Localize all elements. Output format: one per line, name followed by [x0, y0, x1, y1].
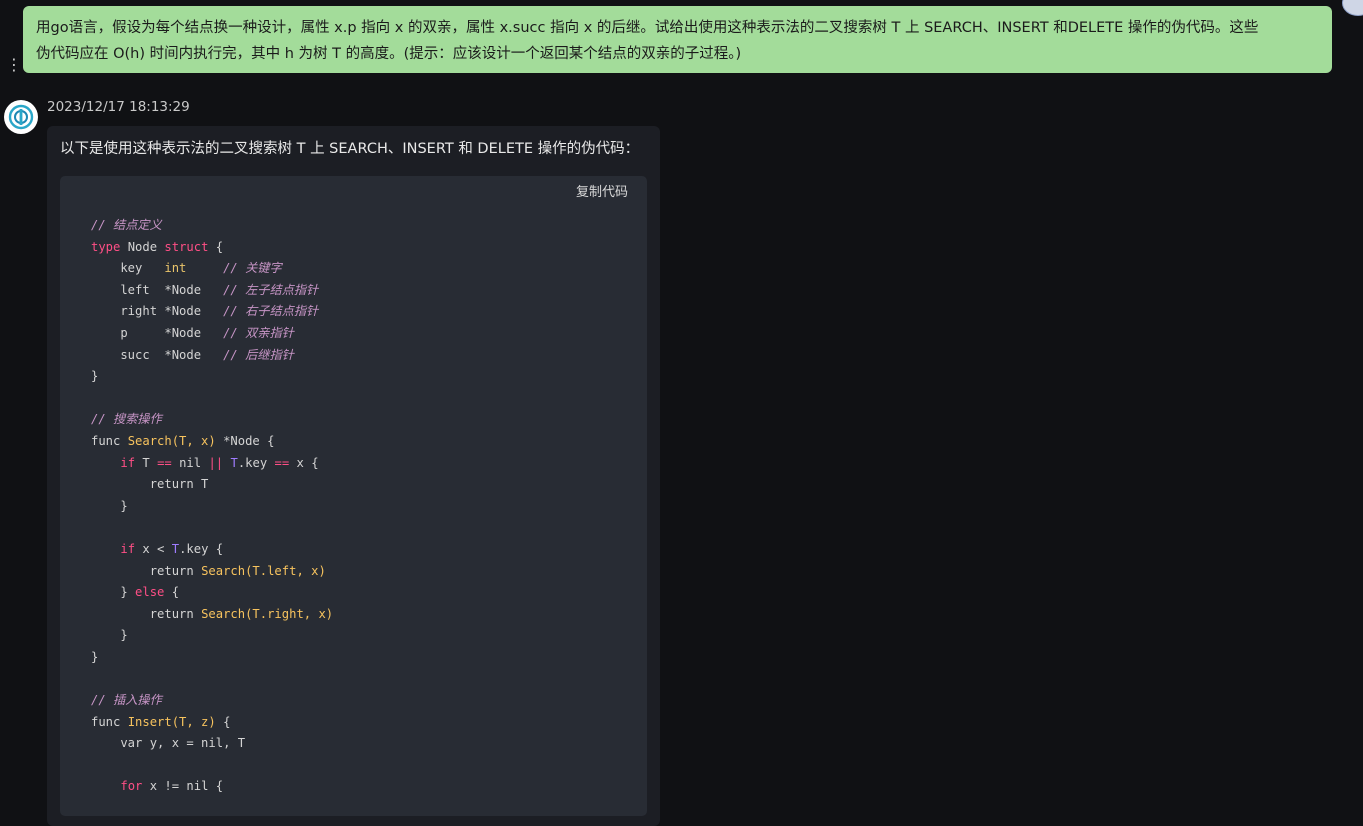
code-text: var y, x = nil, T: [91, 736, 246, 751]
code-line: if T == nil || T.key == x {: [91, 453, 333, 475]
code-line: var y, x = nil, T: [91, 733, 333, 755]
code-punct: {: [164, 585, 180, 600]
code-text: }: [91, 585, 136, 600]
code-punct: {: [208, 239, 224, 254]
more-vertical-icon[interactable]: ⋮: [6, 57, 22, 75]
code-comment: // 双亲指针: [223, 325, 294, 340]
code-block: 复制代码 // 结点定义 type Node struct { key int …: [60, 176, 647, 816]
code-keyword: struct: [164, 239, 209, 254]
code-line: p *Node // 双亲指针: [91, 323, 333, 345]
code-text: succ *Node: [91, 347, 224, 362]
code-keyword: for: [120, 779, 143, 794]
code-comment: // 关键字: [186, 261, 282, 276]
assistant-intro-text: 以下是使用这种表示法的二叉搜索树 T 上 SEARCH、INSERT 和 DEL…: [60, 141, 640, 157]
code-text: p *Node: [91, 325, 224, 340]
code-text: func: [91, 433, 128, 448]
code-line: } else {: [91, 582, 333, 604]
code-line: return Search(T.left, x): [91, 561, 333, 583]
code-text: T: [135, 455, 158, 470]
code-punct: {: [215, 714, 231, 729]
user-message-bubble: 用go语言，假设为每个结点换一种设计，属性 x.p 指向 x 的双亲，属性 x.…: [23, 6, 1332, 73]
code-line: left *Node // 左子结点指针: [91, 280, 333, 302]
code-text: x {: [289, 455, 319, 470]
code-keyword: if: [120, 455, 136, 470]
code-punct: }: [91, 369, 99, 384]
code-line: return T: [91, 474, 333, 496]
code-punct: }: [91, 628, 128, 643]
code-line: return Search(T.right, x): [91, 604, 333, 626]
code-line: }: [91, 366, 333, 388]
code-line: // 结点定义: [91, 215, 333, 237]
code-text: return T: [91, 477, 209, 492]
code-line: // 插入操作: [91, 690, 333, 712]
code-text: x <: [135, 541, 172, 556]
user-message-line-1: 用go语言，假设为每个结点换一种设计，属性 x.p 指向 x 的双亲，属性 x.…: [36, 20, 1259, 36]
bot-avatar: [4, 100, 38, 134]
code-punct: }: [91, 498, 128, 513]
code-function: Search(T.left, x): [201, 563, 326, 578]
code-line: succ *Node // 后继指针: [91, 345, 333, 367]
code-function: Search(T.right, x): [201, 606, 334, 621]
code-operator: ==: [274, 455, 290, 470]
code-operator: ==: [157, 455, 172, 470]
code-comment: // 搜索操作: [91, 412, 162, 427]
code-line: func Insert(T, z) {: [91, 712, 333, 734]
code-function: Insert(T, z): [127, 714, 216, 729]
code-function: Search(T, x): [127, 433, 216, 448]
user-message-line-2: 伪代码应在 O(h) 时间内执行完，其中 h 为树 T 的高度。(提示：应该设计…: [36, 46, 742, 62]
code-comment: // 后继指针: [223, 347, 294, 362]
code-line: type Node struct {: [91, 237, 333, 259]
copy-code-button[interactable]: 复制代码: [576, 181, 628, 200]
code-line: func Search(T, x) *Node {: [91, 431, 333, 453]
code-text: x != nil {: [142, 779, 224, 794]
code-line: }: [91, 625, 333, 647]
code-keyword: type: [91, 239, 121, 254]
user-avatar[interactable]: [1342, 0, 1363, 16]
bot-logo-icon: [8, 104, 34, 130]
code-content: // 结点定义 type Node struct { key int // 关键…: [91, 215, 333, 798]
code-text: return: [91, 563, 202, 578]
code-type: int: [164, 261, 187, 276]
code-line: }: [91, 647, 333, 669]
code-identifier: Node: [127, 239, 158, 254]
code-text: key: [91, 261, 165, 276]
code-variable: T: [230, 455, 238, 470]
code-comment: // 右子结点指针: [223, 304, 319, 319]
code-comment: // 左子结点指针: [223, 282, 319, 297]
code-line: key int // 关键字: [91, 258, 333, 280]
code-line: right *Node // 右子结点指针: [91, 301, 333, 323]
code-comment: // 插入操作: [91, 693, 162, 708]
code-punct: }: [91, 649, 99, 664]
code-comment: // 结点定义: [91, 218, 162, 232]
code-text: .key {: [179, 541, 224, 556]
code-line: if x < T.key {: [91, 539, 333, 561]
code-text: *Node {: [215, 433, 275, 448]
code-keyword: if: [120, 541, 136, 556]
code-text: func: [91, 714, 128, 729]
code-operator: ||: [208, 455, 224, 470]
code-text: right *Node: [91, 304, 224, 319]
code-text: nil: [171, 455, 209, 470]
code-text: .key: [237, 455, 275, 470]
code-keyword: else: [135, 585, 165, 600]
code-text: return: [91, 606, 202, 621]
code-text: left *Node: [91, 282, 224, 297]
code-line: // 搜索操作: [91, 409, 333, 431]
message-timestamp: 2023/12/17 18:13:29: [47, 99, 190, 115]
code-line: for x != nil {: [91, 776, 333, 798]
code-variable: T: [171, 541, 180, 556]
code-line: }: [91, 496, 333, 518]
